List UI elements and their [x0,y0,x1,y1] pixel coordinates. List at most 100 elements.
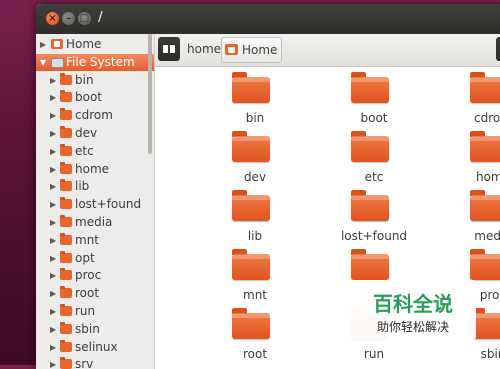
folder-icon [232,131,270,162]
expand-arrow-right-icon[interactable]: ▶ [50,250,56,267]
folder-item-mnt[interactable]: mnt [205,248,305,306]
sidebar-item-label: media [75,215,113,229]
folder-icon [470,131,500,162]
folder-label: home [475,170,500,184]
expand-arrow-right-icon[interactable]: ▶ [50,303,56,320]
expand-arrow-right-icon[interactable]: ▶ [50,143,56,160]
sidebar-item-label: run [75,304,96,318]
sidebar-item-selinux[interactable]: ▶ selinux [36,339,154,356]
sidebar-item-dev[interactable]: ▶ dev [36,125,154,142]
expand-arrow-right-icon[interactable]: ▶ [50,89,56,106]
breadcrumb-home-path[interactable]: home [183,37,225,61]
bookmark-toggle-button[interactable] [158,37,180,61]
folder-icon [60,90,72,103]
expand-arrow-right-icon[interactable]: ▶ [50,339,56,356]
folder-icon [60,286,72,299]
folder-item-lib[interactable]: lib [205,189,305,247]
expand-arrow-right-icon[interactable]: ▶ [50,267,56,284]
folder-icon [60,161,72,174]
sidebar-item-cdrom[interactable]: ▶ cdrom [36,107,154,124]
folder-icon [60,339,72,352]
folder-item-media[interactable]: media [443,189,500,247]
sidebar-item-file-system[interactable]: ▼ File System [36,53,154,71]
watermark-badge: 百科全说 助你轻松解决 [350,280,476,340]
sidebar-item-label: opt [75,250,95,265]
folder-label: bin [245,111,265,125]
folder-icon [60,232,72,245]
folder-item-boot[interactable]: boot [324,71,424,129]
sidebar-item-mnt[interactable]: ▶ mnt [36,232,154,249]
folder-icon [60,304,72,316]
expand-arrow-right-icon[interactable]: ▶ [50,161,56,178]
folder-item-cdrom[interactable]: cdrom [443,71,500,129]
folder-icon [351,190,389,221]
folder-item-dev[interactable]: dev [205,130,305,188]
sidebar-item-bin[interactable]: ▶ bin [36,72,154,89]
expand-arrow-down-icon[interactable]: ▼ [40,54,46,71]
sidebar-item-etc[interactable]: ▶ etc [36,143,154,160]
folder-item-etc[interactable]: etc [324,130,424,188]
expand-arrow-right-icon[interactable]: ▶ [50,196,56,213]
watermark-title: 百科全说 [373,292,453,316]
expand-arrow-right-icon[interactable]: ▶ [50,232,56,249]
folder-icon [351,72,389,103]
sidebar-item-home[interactable]: ▶ Home [36,36,154,53]
expand-arrow-right-icon[interactable]: ▶ [40,36,46,53]
drive-icon [51,57,64,68]
folder-item-root[interactable]: root [205,307,305,365]
folder-label: cdrom [474,111,500,125]
minimize-window-button[interactable]: – [62,12,75,25]
book-icon [163,45,175,53]
sidebar-item-label: home [75,161,110,176]
sidebar-item-opt[interactable]: ▶ opt [36,250,154,267]
maximize-window-button[interactable]: □ [78,12,91,25]
expand-arrow-right-icon[interactable]: ▶ [50,214,56,231]
sidebar-item-label: mnt [75,232,99,247]
folder-label: media [474,229,500,243]
folder-icon [351,249,389,280]
expand-arrow-right-icon[interactable]: ▶ [50,285,56,302]
sidebar-item-srv[interactable]: ▶ srv [36,356,154,369]
folder-icon [60,357,72,369]
sidebar-item-run[interactable]: ▶ run [36,303,154,320]
toolbar-edge-button[interactable] [496,37,500,61]
sidebar-item-label: srv [75,357,94,369]
sidebar-item-lost-found[interactable]: ▶ lost+found [36,196,154,213]
sidebar-tree: ▶ Home ▼ File System ▶ bin ▶ boot ▶ cdrom ▶ dev ▶ etc… [36,34,155,369]
folder-item-bin[interactable]: bin [205,71,305,129]
location-toolbar: home Home [155,34,500,67]
sidebar-item-media[interactable]: ▶ media [36,214,154,231]
window-title: / [98,10,103,25]
sidebar-scrollbar[interactable] [148,34,152,154]
sidebar-item-proc[interactable]: ▶ proc [36,267,154,284]
folder-icon [232,72,270,103]
folder-label: run [363,347,385,361]
folder-icon [470,72,500,103]
folder-label: boot [360,111,388,125]
sidebar-item-home[interactable]: ▶ home [36,161,154,178]
expand-arrow-right-icon[interactable]: ▶ [50,125,56,142]
sidebar-item-label: cdrom [75,108,113,123]
folder-item-home[interactable]: home [443,130,500,188]
sidebar-item-boot[interactable]: ▶ boot [36,89,154,106]
folder-label: root [242,347,268,361]
expand-arrow-right-icon[interactable]: ▶ [50,356,56,369]
folder-label: dev [243,170,267,184]
sidebar-item-sbin[interactable]: ▶ sbin [36,321,154,338]
sidebar-item-label: lib [75,179,90,194]
expand-arrow-right-icon[interactable]: ▶ [50,72,56,89]
folder-item-lost-found[interactable]: lost+found [324,189,424,247]
breadcrumb-home[interactable]: Home [221,37,283,63]
expand-arrow-right-icon[interactable]: ▶ [50,107,56,124]
close-window-button[interactable]: × [46,12,59,25]
folder-icon [232,308,270,339]
sidebar-item-root[interactable]: ▶ root [36,285,154,302]
expand-arrow-right-icon[interactable]: ▶ [50,178,56,195]
sidebar-item-lib[interactable]: ▶ lib [36,178,154,195]
sidebar-item-label: lost+found [75,197,142,212]
folder-icon [60,126,72,138]
folder-label: mnt [243,288,267,302]
expand-arrow-right-icon[interactable]: ▶ [50,321,56,338]
breadcrumb-home-label: Home [242,43,278,57]
folder-icon [60,268,72,281]
